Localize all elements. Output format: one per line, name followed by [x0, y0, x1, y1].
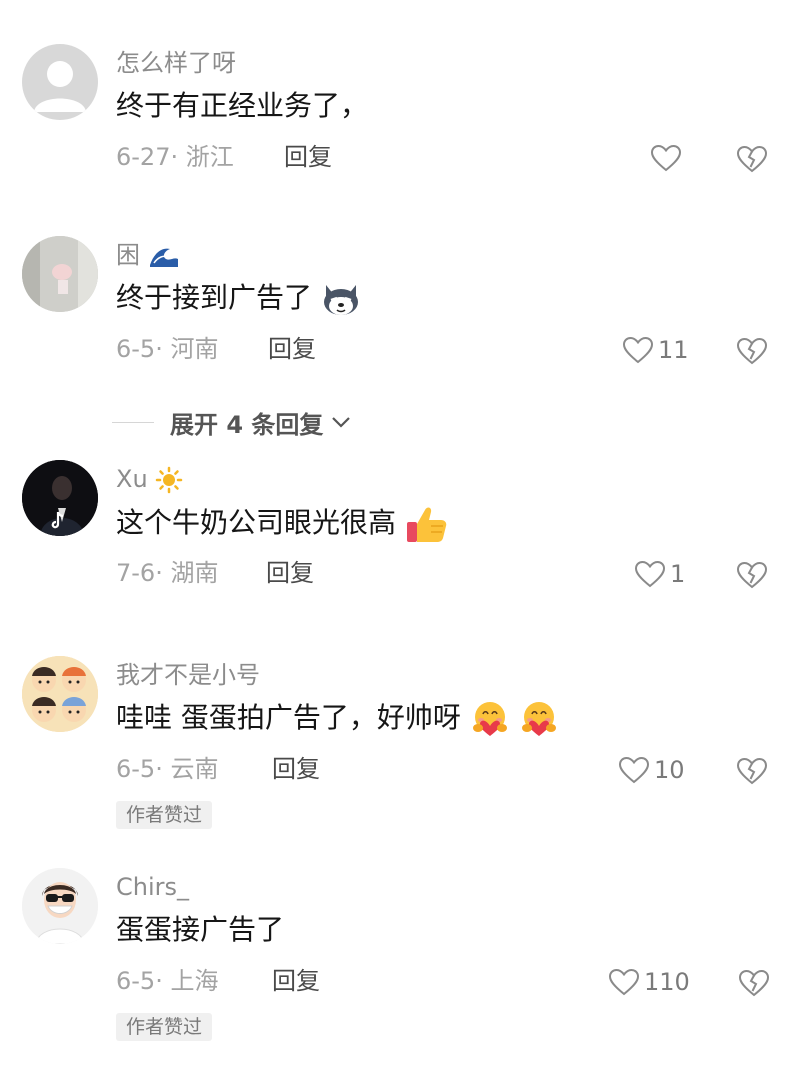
reply-button[interactable]: 回复	[272, 966, 320, 996]
comment-meta: 7-6· 湖南	[116, 559, 219, 587]
avatar[interactable]	[22, 460, 98, 536]
like-count: 110	[644, 968, 690, 996]
author-liked-badge: 作者赞过	[116, 1013, 213, 1041]
comment-date: 6-27	[116, 143, 171, 171]
avatar[interactable]	[22, 236, 98, 312]
avatar[interactable]	[22, 656, 98, 732]
comment-text: 这个牛奶公司眼光很高	[116, 504, 449, 544]
like-count: 11	[658, 336, 689, 364]
broken-heart-icon[interactable]	[735, 560, 769, 590]
hugging-face-emoji	[521, 702, 556, 736]
like-button[interactable]: 110	[608, 967, 690, 997]
heart-icon	[650, 144, 682, 172]
comment-date: 6-5	[116, 755, 156, 783]
like-button[interactable]: 11	[622, 335, 689, 365]
comment-meta: 6-27· 浙江	[116, 143, 234, 171]
sun-icon	[156, 466, 183, 494]
husky-dog-emoji	[323, 285, 358, 315]
broken-heart-icon[interactable]	[735, 336, 769, 366]
comment-location: 湖南	[170, 559, 219, 587]
broken-heart-icon[interactable]	[735, 144, 769, 174]
comment-username[interactable]: 困	[116, 240, 180, 270]
wave-icon	[147, 243, 180, 269]
avatar-default[interactable]	[22, 44, 98, 120]
comment-username[interactable]: 怎么样了呀	[116, 48, 236, 78]
comment-text: 终于接到广告了	[116, 280, 361, 317]
reply-button[interactable]: 回复	[268, 334, 316, 364]
comment-text: 哇哇 蛋蛋拍广告了，好帅呀	[116, 700, 559, 738]
comment-location: 云南	[170, 755, 219, 783]
like-count: 1	[670, 560, 686, 588]
like-count: 10	[654, 756, 685, 784]
avatar[interactable]	[22, 868, 98, 944]
comment-date: 6-5	[116, 967, 156, 995]
chevron-down-icon	[332, 417, 351, 428]
broken-heart-icon[interactable]	[737, 968, 771, 998]
like-button[interactable]: 1	[634, 559, 685, 589]
comment-username[interactable]: Xu	[116, 464, 183, 494]
broken-heart-icon[interactable]	[735, 756, 769, 786]
expand-replies-label: 展开 4 条回复	[170, 410, 324, 439]
comment-username[interactable]: Chirs_	[116, 872, 189, 902]
comment-meta: 6-5· 上海	[116, 967, 219, 995]
comment-text: 终于有正经业务了，	[116, 89, 369, 122]
heart-icon	[618, 756, 650, 784]
comment-meta: 6-5· 河南	[116, 335, 219, 363]
reply-button[interactable]: 回复	[266, 558, 314, 588]
comment-meta: 6-5· 云南	[116, 755, 219, 783]
comment-text: 蛋蛋接广告了	[116, 913, 285, 946]
expand-replies-button[interactable]: 展开 4 条回复	[112, 406, 353, 439]
heart-icon	[608, 968, 640, 996]
comment-location: 上海	[170, 967, 219, 995]
author-liked-badge: 作者赞过	[116, 801, 213, 829]
comment-date: 7-6	[116, 559, 156, 587]
like-button[interactable]: 10	[618, 755, 685, 785]
divider	[112, 421, 154, 423]
comment-location: 浙江	[185, 143, 234, 171]
comment-date: 6-5	[116, 335, 156, 363]
reply-button[interactable]: 回复	[284, 142, 332, 172]
reply-button[interactable]: 回复	[272, 754, 320, 784]
hugging-face-emoji	[472, 702, 507, 736]
heart-icon	[622, 336, 654, 364]
comment-username[interactable]: 我才不是小号	[116, 660, 260, 690]
comment-location: 河南	[170, 335, 219, 363]
heart-icon	[634, 560, 666, 588]
like-button[interactable]	[650, 143, 682, 173]
thumbs-up-emoji	[406, 507, 447, 542]
